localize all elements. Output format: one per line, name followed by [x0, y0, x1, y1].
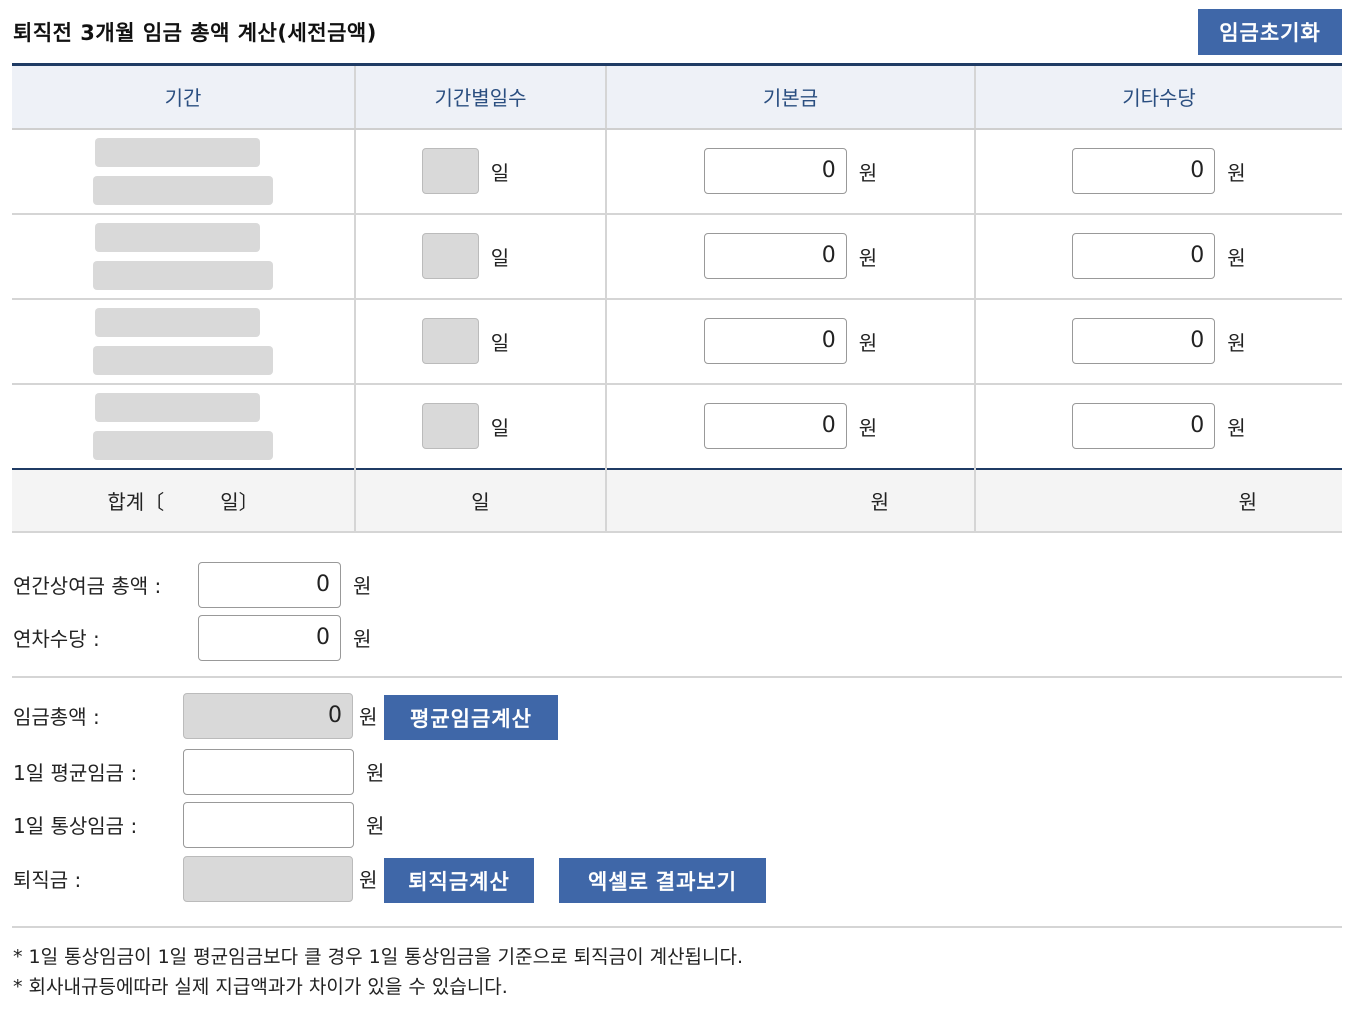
- other-allowance-unit: 원: [1227, 330, 1246, 355]
- daily-average-wage-label: 1일 평균임금 :: [13, 761, 138, 785]
- days-unit: 일: [490, 245, 510, 270]
- period-start-field[interactable]: [94, 137, 260, 167]
- period-range: [12, 307, 354, 375]
- days-unit: 일: [490, 160, 510, 185]
- basic-pay-input[interactable]: 0: [703, 403, 847, 449]
- table-header-row: 기간 기간별일수 기본금 기타수당: [12, 63, 1342, 130]
- period-end-field[interactable]: [93, 260, 273, 290]
- severance-label: 퇴직금 :: [13, 868, 82, 892]
- severance-unit: 원: [359, 868, 378, 892]
- days-unit: 일: [490, 330, 510, 355]
- period-range: [12, 222, 354, 290]
- days-unit: 일: [490, 415, 510, 440]
- other-allowance-unit: 원: [1227, 160, 1246, 185]
- bonus-label: 연간상여금 총액 :: [13, 574, 162, 598]
- basic-pay-input[interactable]: 0: [703, 233, 847, 279]
- days-field[interactable]: [421, 318, 479, 364]
- other-allowance-input[interactable]: 0: [1072, 148, 1216, 194]
- daily-ordinary-wage-unit: 원: [366, 814, 385, 838]
- annual-leave-label: 연차수당 :: [13, 627, 100, 651]
- period-end-field[interactable]: [93, 175, 273, 205]
- bonus-input[interactable]: 0: [198, 562, 341, 608]
- summary-label-suffix: 일〕: [220, 489, 259, 514]
- daily-average-wage-unit: 원: [366, 761, 385, 785]
- note-ordinary-wage: * 1일 통상임금이 1일 평균임금보다 클 경우 1일 통상임금을 기준으로 …: [13, 946, 744, 968]
- period-range: [12, 137, 354, 205]
- table-row: 일 0 원 0 원: [12, 382, 1342, 469]
- divider: [12, 676, 1342, 678]
- divider: [12, 926, 1342, 928]
- summary-label-prefix: 합계〔: [107, 489, 165, 514]
- table-row: 일 0 원 0 원: [12, 297, 1342, 384]
- col-header-basic-pay: 기본금: [605, 63, 975, 130]
- basic-pay-input[interactable]: 0: [703, 318, 847, 364]
- summary-days-unit: 일: [471, 489, 490, 514]
- basic-pay-unit: 원: [858, 160, 878, 185]
- page-title: 퇴직전 3개월 임금 총액 계산(세전금액): [13, 21, 377, 45]
- other-allowance-input[interactable]: 0: [1072, 233, 1216, 279]
- other-allowance-unit: 원: [1227, 245, 1246, 270]
- period-start-field[interactable]: [94, 222, 260, 252]
- col-header-days: 기간별일수: [354, 63, 606, 130]
- period-end-field[interactable]: [93, 345, 273, 375]
- annual-leave-unit: 원: [353, 627, 372, 651]
- days-field[interactable]: [421, 233, 479, 279]
- summary-basic-unit: 원: [870, 489, 889, 514]
- excel-result-button[interactable]: 엑셀로 결과보기: [559, 858, 766, 903]
- period-range: [12, 392, 354, 460]
- basic-pay-unit: 원: [858, 245, 878, 270]
- total-wage-label: 임금총액 :: [13, 705, 100, 729]
- bonus-unit: 원: [353, 574, 372, 598]
- summary-row: 합계〔 일〕 일 원 원: [12, 467, 1342, 533]
- days-field[interactable]: [421, 403, 479, 449]
- other-allowance-input[interactable]: 0: [1072, 318, 1216, 364]
- period-end-field[interactable]: [93, 430, 273, 460]
- note-company-policy: * 회사내규등에따라 실제 지급액과가 차이가 있을 수 있습니다.: [13, 976, 508, 998]
- other-allowance-unit: 원: [1227, 415, 1246, 440]
- summary-other-unit: 원: [1238, 489, 1257, 514]
- daily-ordinary-wage-label: 1일 통상임금 :: [13, 814, 138, 838]
- col-header-period: 기간: [12, 63, 355, 130]
- basic-pay-unit: 원: [858, 415, 878, 440]
- period-start-field[interactable]: [94, 307, 260, 337]
- daily-ordinary-wage-field[interactable]: [183, 802, 354, 848]
- basic-pay-input[interactable]: 0: [703, 148, 847, 194]
- daily-average-wage-field[interactable]: [183, 749, 354, 795]
- table-row: 일 0 원 0 원: [12, 212, 1342, 299]
- reset-wage-button[interactable]: 임금초기화: [1198, 9, 1342, 55]
- severance-field: [183, 856, 353, 902]
- total-wage-field: 0: [183, 693, 353, 739]
- severance-calc-button[interactable]: 퇴직금계산: [384, 858, 534, 903]
- annual-leave-input[interactable]: 0: [198, 615, 341, 661]
- total-wage-unit: 원: [359, 705, 378, 729]
- days-field[interactable]: [421, 148, 479, 194]
- average-wage-calc-button[interactable]: 평균임금계산: [384, 695, 558, 740]
- period-start-field[interactable]: [94, 392, 260, 422]
- col-header-other-allowance: 기타수당: [974, 63, 1342, 130]
- basic-pay-unit: 원: [858, 330, 878, 355]
- wage-table: 기간 기간별일수 기본금 기타수당 일 0 원 0 원 일 0 원 0 원 일 …: [12, 63, 1342, 533]
- table-row: 일 0 원 0 원: [12, 127, 1342, 214]
- other-allowance-input[interactable]: 0: [1072, 403, 1216, 449]
